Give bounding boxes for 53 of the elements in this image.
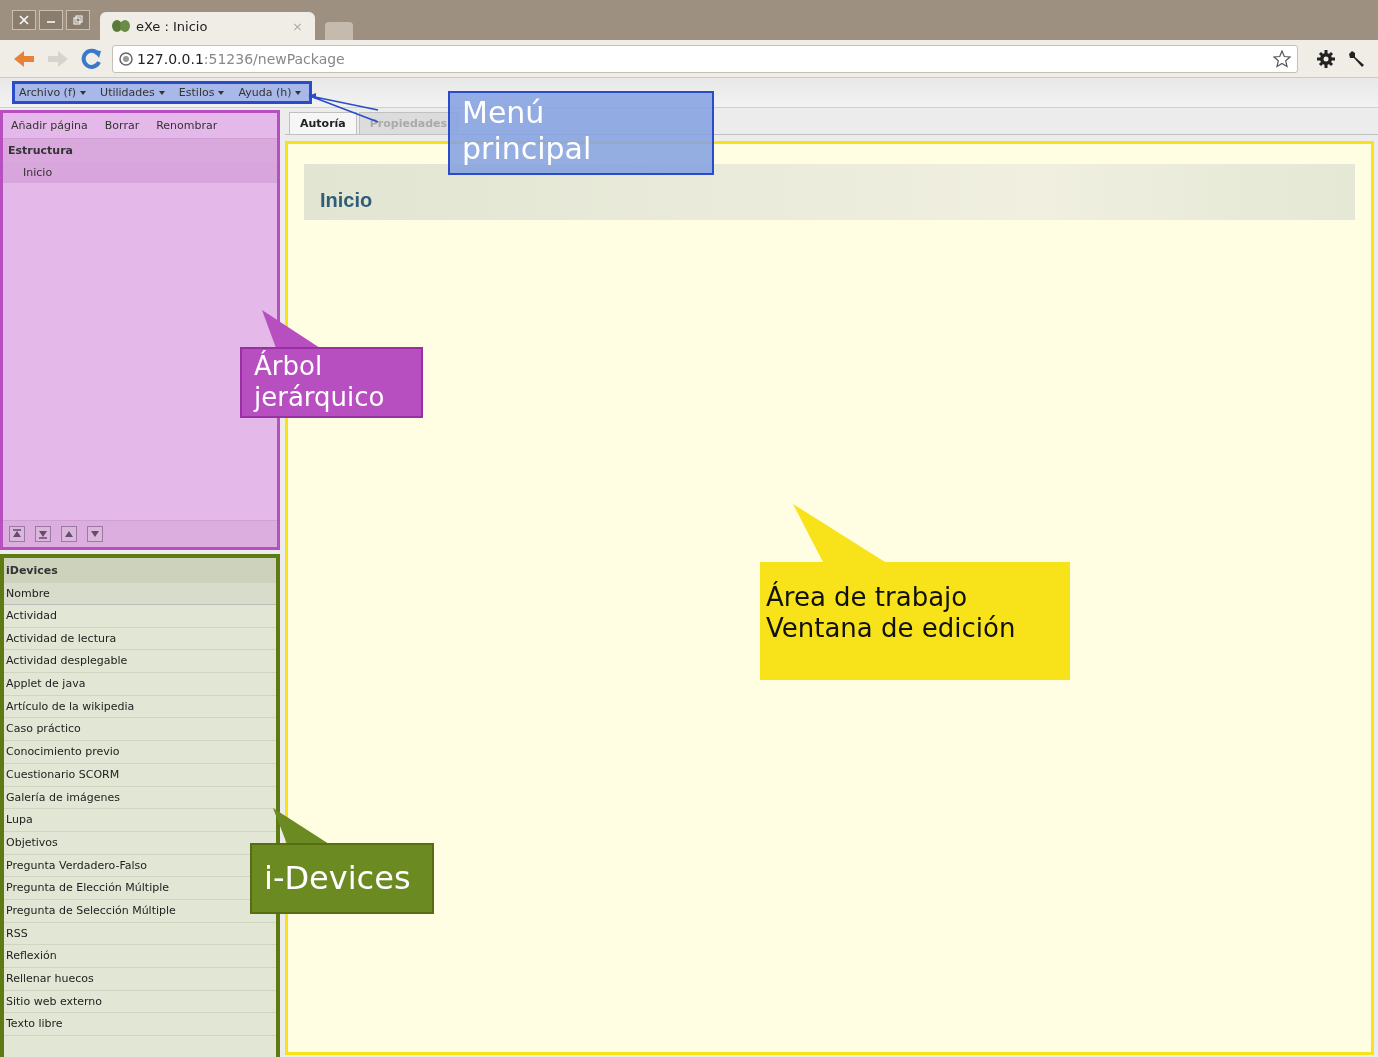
caret-icon [158,90,165,95]
column-header[interactable]: Nombre [4,583,276,605]
address-bar[interactable]: 127.0.0.1:51236/newPackage [112,44,1298,73]
menu-item[interactable]: Utilidades [100,86,165,99]
idevice-item[interactable]: Objetivos [6,831,58,854]
minimize-icon[interactable] [39,10,63,30]
restore-icon[interactable] [66,10,90,30]
idevice-item[interactable]: Caso práctico [6,718,81,741]
caret-icon [218,90,225,95]
tree-toolbar-button[interactable]: Renombrar [156,119,218,132]
caret-icon [80,90,87,95]
idevice-item[interactable]: Cuestionario SCORM [6,763,120,786]
browser-tab[interactable]: eXe : Inicio × [100,12,315,40]
idevice-item[interactable]: Artículo de la wikipedia [6,695,135,718]
move-bottom-icon[interactable] [35,526,51,542]
close-icon[interactable] [12,10,36,30]
idevice-item[interactable]: Actividad de lectura [6,627,117,650]
back-arrow-icon[interactable] [12,48,36,69]
butterfly-icon [112,19,130,33]
idevice-item[interactable]: Lupa [6,809,33,832]
menu-callout: Menú principal [448,91,714,175]
idevice-item[interactable]: Texto libre [6,1013,63,1036]
idevice-item[interactable]: Galería de imágenes [6,786,120,809]
idevice-item[interactable]: RSS [6,922,28,945]
menu-item[interactable]: Estilos [178,86,225,99]
wrench-icon[interactable] [1346,48,1366,69]
tree-toolbar-button[interactable]: Añadir página [11,119,88,132]
idevice-item[interactable]: Actividad [6,605,58,627]
idevice-item[interactable]: Actividad desplegable [6,650,128,673]
globe-icon [119,51,133,66]
menu-item[interactable]: Ayuda (h) [238,86,302,99]
idevice-item[interactable]: Pregunta Verdadero-Falso [6,854,147,877]
move-top-icon[interactable] [9,526,25,542]
caret-icon [295,90,302,95]
idevice-item[interactable]: Pregunta de Elección Múltiple [6,877,170,900]
idevice-item[interactable]: Reflexión [6,945,57,968]
tree-item[interactable]: Inicio [3,162,277,183]
move-down-icon[interactable] [87,526,103,542]
page-title: Inicio [320,189,373,212]
settings-icon[interactable] [1316,48,1336,69]
star-icon[interactable] [1273,49,1291,68]
tab[interactable]: Autoría [289,112,357,134]
idevice-item[interactable]: Sitio web externo [6,990,103,1013]
idevice-item[interactable]: Pregunta de Selección Múltiple [6,899,176,922]
move-up-icon[interactable] [61,526,77,542]
tree-toolbar-button[interactable]: Borrar [104,119,140,132]
idevice-item[interactable]: Conocimiento previo [6,741,120,764]
idevice-item[interactable]: Applet de java [6,673,86,696]
reload-icon[interactable] [80,47,102,70]
tree-heading: Estructura [3,139,277,162]
idevice-item[interactable]: Rellenar huecos [6,968,94,990]
menu-item[interactable]: Archivo (f) [19,86,87,99]
idevices-heading: iDevices [4,558,276,583]
